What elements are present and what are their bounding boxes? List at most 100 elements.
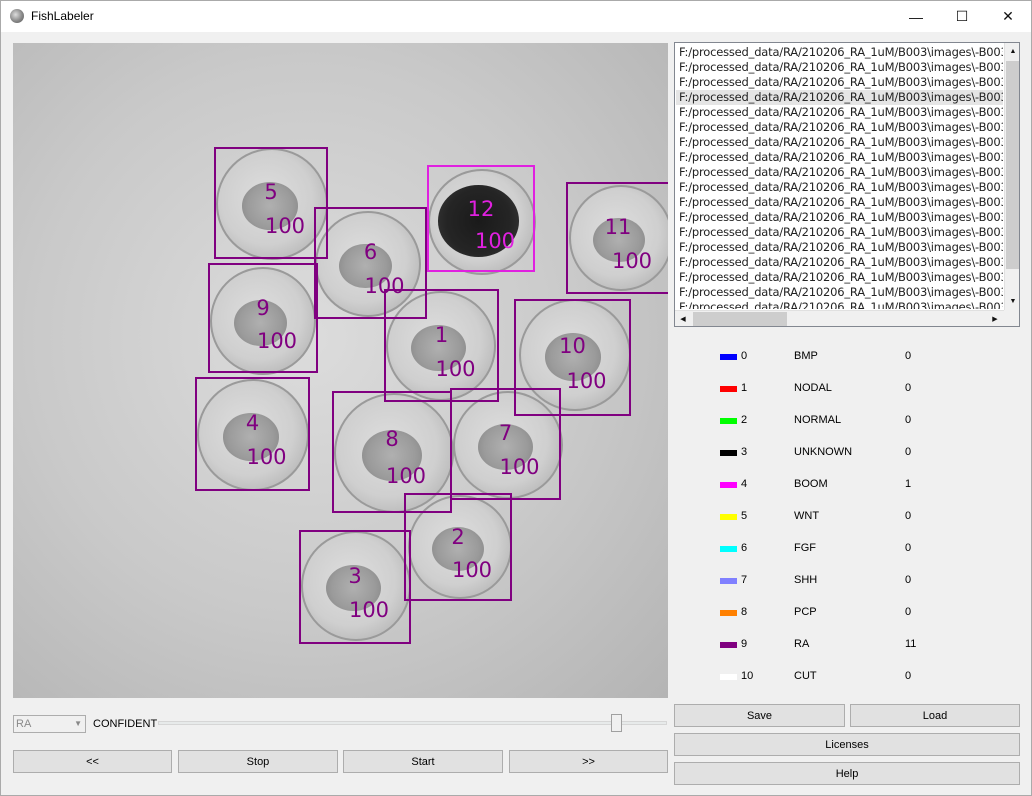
detection-id-label: 7 xyxy=(498,421,513,445)
next-button[interactable]: >> xyxy=(509,750,668,773)
legend-row: 10 CUT 0 xyxy=(674,669,1020,685)
load-button[interactable]: Load xyxy=(850,704,1020,727)
detection-id-label: 3 xyxy=(348,564,362,588)
minimize-button[interactable]: — xyxy=(893,1,939,32)
file-list-item[interactable]: F:/processed_data/RA/210206_RA_1uM/B003\… xyxy=(676,195,1003,210)
file-list-item[interactable]: F:/processed_data/RA/210206_RA_1uM/B003\… xyxy=(676,180,1003,195)
confidence-slider-handle[interactable] xyxy=(611,714,622,732)
detection-box[interactable]: 1 100 xyxy=(384,289,499,402)
legend-row: 3 UNKNOWN 0 xyxy=(674,445,1020,461)
start-button[interactable]: Start xyxy=(343,750,503,773)
class-select[interactable]: RA ▼ xyxy=(13,715,86,733)
file-list-item[interactable]: F:/processed_data/RA/210206_RA_1uM/B003\… xyxy=(676,300,1003,309)
detection-box[interactable]: 4 100 xyxy=(195,377,310,491)
scroll-right-icon[interactable]: ▶ xyxy=(987,311,1003,326)
class-id: 5 xyxy=(741,510,748,522)
class-name: UNKNOWN xyxy=(794,446,853,458)
image-view[interactable]: 5 100 6 100 12 100 11 100 9 100 1 100 10 100 4 100 8 100 7… xyxy=(13,43,668,698)
detection-score-label: 100 xyxy=(246,445,287,469)
class-count: 11 xyxy=(905,638,917,650)
file-list-item[interactable]: F:/processed_data/RA/210206_RA_1uM/B003\… xyxy=(676,165,1003,180)
class-name: RA xyxy=(794,638,810,650)
file-list-item[interactable]: F:/processed_data/RA/210206_RA_1uM/B003\… xyxy=(676,60,1003,75)
legend-row: 5 WNT 0 xyxy=(674,509,1020,525)
class-name: NORMAL xyxy=(794,414,842,426)
class-id: 2 xyxy=(741,414,748,426)
help-button[interactable]: Help xyxy=(674,762,1020,785)
detection-id-label: 10 xyxy=(559,334,586,358)
file-list-item[interactable]: F:/processed_data/RA/210206_RA_1uM/B003\… xyxy=(676,90,1003,105)
detection-score-label: 100 xyxy=(256,329,298,353)
file-list-rows: F:/processed_data/RA/210206_RA_1uM/B003\… xyxy=(676,45,1003,309)
file-list-item[interactable]: F:/processed_data/RA/210206_RA_1uM/B003\… xyxy=(676,255,1003,270)
file-list-item[interactable]: F:/processed_data/RA/210206_RA_1uM/B003\… xyxy=(676,75,1003,90)
legend-row: 8 PCP 0 xyxy=(674,605,1020,621)
class-id: 3 xyxy=(741,446,748,458)
class-count: 0 xyxy=(905,542,912,554)
confidence-slider[interactable] xyxy=(158,721,667,725)
horizontal-scrollbar[interactable]: ◀ ▶ xyxy=(675,310,1004,326)
legend-row: 0 BMP 0 xyxy=(674,349,1020,365)
file-list-item[interactable]: F:/processed_data/RA/210206_RA_1uM/B003\… xyxy=(676,210,1003,225)
class-count: 0 xyxy=(905,574,912,586)
class-name: FGF xyxy=(794,542,816,554)
window-title: FishLabeler xyxy=(31,9,94,23)
class-name: WNT xyxy=(794,510,820,522)
detection-box[interactable]: 3 100 xyxy=(299,530,411,644)
vertical-scroll-thumb[interactable] xyxy=(1006,61,1019,269)
detection-box[interactable]: 5 100 xyxy=(214,147,328,259)
class-count: 0 xyxy=(905,350,912,362)
class-name: NODAL xyxy=(794,382,832,394)
save-button[interactable]: Save xyxy=(674,704,845,727)
detection-score-label: 100 xyxy=(435,357,476,381)
color-swatch xyxy=(720,578,737,584)
horizontal-scroll-thumb[interactable] xyxy=(693,312,787,326)
file-list-item[interactable]: F:/processed_data/RA/210206_RA_1uM/B003\… xyxy=(676,45,1003,60)
scrollbar-corner xyxy=(1004,310,1019,326)
detection-id-label: 5 xyxy=(264,180,278,204)
class-name: BMP xyxy=(794,350,818,362)
detection-score-label: 100 xyxy=(611,249,653,273)
class-count: 0 xyxy=(905,414,912,426)
file-list-item[interactable]: F:/processed_data/RA/210206_RA_1uM/B003\… xyxy=(676,120,1003,135)
file-list[interactable]: F:/processed_data/RA/210206_RA_1uM/B003\… xyxy=(674,42,1020,327)
maximize-button[interactable]: ☐ xyxy=(939,1,985,32)
file-list-item[interactable]: F:/processed_data/RA/210206_RA_1uM/B003\… xyxy=(676,105,1003,120)
scroll-left-icon[interactable]: ◀ xyxy=(675,311,691,326)
detection-box[interactable]: 7 100 xyxy=(450,388,561,500)
class-id: 9 xyxy=(741,638,748,650)
close-button[interactable]: ✕ xyxy=(985,1,1031,32)
file-list-item[interactable]: F:/processed_data/RA/210206_RA_1uM/B003\… xyxy=(676,135,1003,150)
detection-id-label: 2 xyxy=(451,525,465,549)
file-list-item[interactable]: F:/processed_data/RA/210206_RA_1uM/B003\… xyxy=(676,240,1003,255)
file-list-item[interactable]: F:/processed_data/RA/210206_RA_1uM/B003\… xyxy=(676,225,1003,240)
class-id: 6 xyxy=(741,542,748,554)
file-list-item[interactable]: F:/processed_data/RA/210206_RA_1uM/B003\… xyxy=(676,270,1003,285)
scroll-up-icon[interactable]: ▲ xyxy=(1005,43,1019,59)
class-id: 7 xyxy=(741,574,748,586)
class-name: PCP xyxy=(794,606,817,618)
vertical-scrollbar[interactable]: ▲ ▼ xyxy=(1004,43,1019,310)
detection-box[interactable]: 12 100 xyxy=(427,165,535,272)
scroll-down-icon[interactable]: ▼ xyxy=(1005,293,1019,309)
detection-id-label: 6 xyxy=(363,240,378,264)
licenses-button[interactable]: Licenses xyxy=(674,733,1020,756)
detection-score-label: 100 xyxy=(451,558,493,582)
detection-score-label: 100 xyxy=(499,455,540,479)
detection-box[interactable]: 2 100 xyxy=(404,493,512,601)
previous-button[interactable]: << xyxy=(13,750,172,773)
file-list-item[interactable]: F:/processed_data/RA/210206_RA_1uM/B003\… xyxy=(676,285,1003,300)
class-count: 0 xyxy=(905,382,912,394)
fish-app-icon xyxy=(10,9,24,23)
detection-box[interactable]: 9 100 xyxy=(208,263,318,373)
detection-id-label: 9 xyxy=(256,296,270,320)
detection-id-label: 8 xyxy=(385,427,399,451)
confident-label: CONFIDENT xyxy=(93,718,158,730)
class-id: 4 xyxy=(741,478,748,490)
file-list-item[interactable]: F:/processed_data/RA/210206_RA_1uM/B003\… xyxy=(676,150,1003,165)
stop-button[interactable]: Stop xyxy=(178,750,338,773)
chevron-down-icon: ▼ xyxy=(74,719,82,728)
detection-box[interactable]: 11 100 xyxy=(566,182,668,294)
color-swatch xyxy=(720,674,737,680)
color-swatch xyxy=(720,450,737,456)
